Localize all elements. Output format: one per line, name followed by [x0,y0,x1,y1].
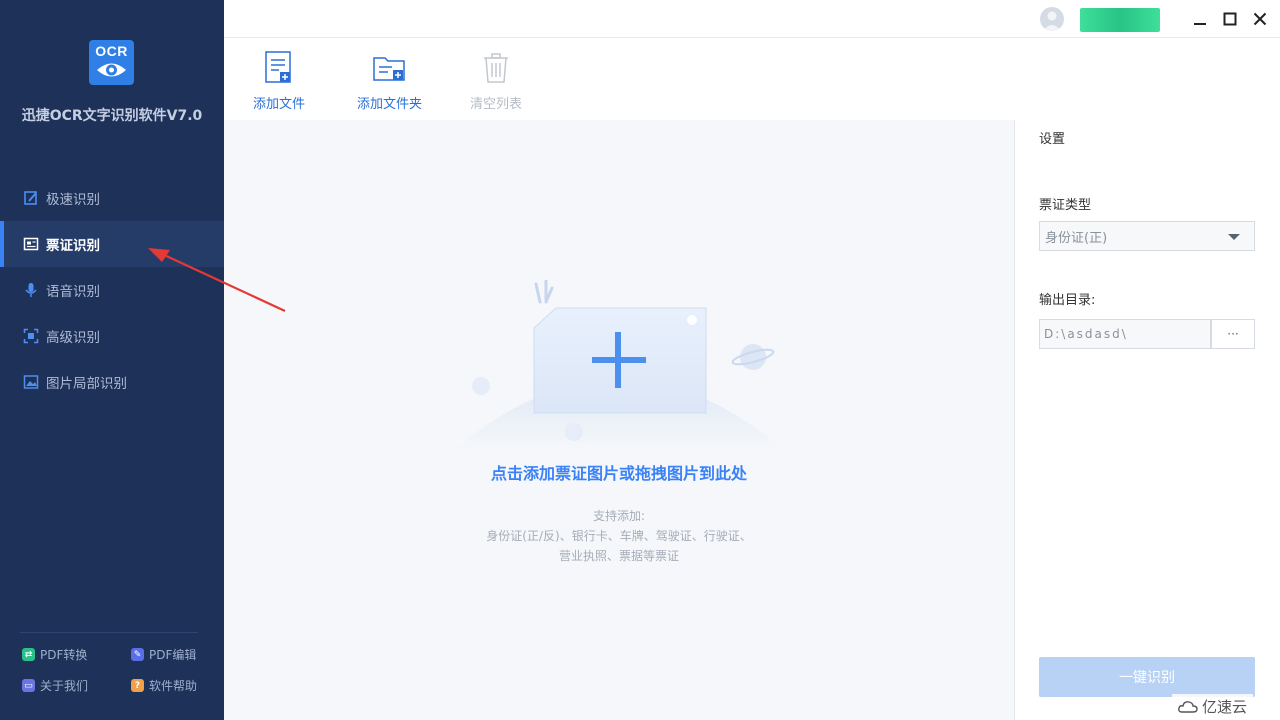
link-label: PDF转换 [40,648,88,662]
pdf-edit-link[interactable]: ✎ PDF编辑 [131,646,196,663]
scan-frame-icon [22,327,40,345]
maximize-button[interactable] [1219,8,1241,30]
output-dir-input[interactable]: D:\asdasd\ [1039,319,1211,349]
nav-image-partial-recognition[interactable]: 图片局部识别 [0,359,224,405]
trash-icon [482,48,510,88]
nav-card-recognition[interactable]: 票证识别 [0,221,224,267]
card-type-value: 身份证(正) [1045,230,1108,246]
settings-panel: 设置 票证类型 身份证(正) 输出目录: D:\asdasd\ ··· 一键识别 [1014,120,1280,720]
nav-label: 高级识别 [46,330,100,346]
nav-label: 极速识别 [46,192,100,208]
pdf-edit-icon: ✎ [131,648,144,661]
close-button[interactable] [1249,8,1271,30]
nav-label: 语音识别 [46,284,100,300]
browse-dir-button[interactable]: ··· [1211,319,1255,349]
clear-list-button[interactable]: 清空列表 [470,48,522,112]
card-type-select[interactable]: 身份证(正) [1039,221,1255,251]
sidebar-divider [20,632,198,633]
nav-advanced-recognition[interactable]: 高级识别 [0,313,224,359]
microphone-icon [22,281,40,299]
user-icon [1043,11,1061,31]
add-file-icon [264,48,294,88]
add-folder-label: 添加文件夹 [357,97,423,112]
minimize-button[interactable] [1189,8,1211,30]
add-image-illustration [454,280,784,450]
card-recognition-icon [22,235,40,253]
link-label: PDF编辑 [149,648,197,662]
app-logo: OCR [89,40,134,85]
drop-zone-support: 支持添加: 身份证(正/反)、银行卡、车牌、驾驶证、行驶证、 营业执照、票据等票… [224,506,1014,566]
nav-label: 票证识别 [46,238,100,254]
image-crop-icon [22,373,40,391]
output-dir-label: 输出目录: [1039,293,1096,308]
nav-voice-recognition[interactable]: 语音识别 [0,267,224,313]
about-icon: ▭ [22,679,35,692]
support-heading: 支持添加: [592,509,646,523]
eye-icon [97,63,126,77]
app-name: 迅捷OCR文字识别软件V7.0 [21,108,203,124]
dropdown-arrow-icon [1228,234,1240,240]
add-folder-icon [372,48,408,88]
cloud-logo-icon [1178,700,1198,713]
about-link[interactable]: ▭ 关于我们 [22,677,88,694]
support-line: 营业执照、票据等票证 [558,549,679,563]
logo-text: OCR [95,43,128,59]
title-bar [224,0,1280,38]
maximize-icon [1223,12,1237,26]
pdf-convert-link[interactable]: ⇄ PDF转换 [22,646,87,663]
add-file-button[interactable]: 添加文件 [253,48,305,112]
add-folder-button[interactable]: 添加文件夹 [357,48,422,112]
quick-recognition-icon [22,189,40,207]
add-file-label: 添加文件 [253,97,306,112]
settings-title: 设置 [1039,132,1066,147]
nav-quick-recognition[interactable]: 极速识别 [0,175,224,221]
support-line: 身份证(正/反)、银行卡、车牌、驾驶证、行驶证、 [486,529,752,543]
recognize-button[interactable]: 一键识别 [1039,657,1255,697]
minimize-icon [1194,23,1206,25]
watermark: 亿速云 [1172,694,1254,719]
link-label: 关于我们 [40,679,89,693]
username-redacted[interactable] [1080,8,1160,32]
help-link[interactable]: ? 软件帮助 [131,677,197,694]
drop-zone[interactable]: 点击添加票证图片或拖拽图片到此处 支持添加: 身份证(正/反)、银行卡、车牌、驾… [224,120,1014,720]
drop-zone-title[interactable]: 点击添加票证图片或拖拽图片到此处 [224,460,1014,484]
close-icon [1253,12,1267,26]
pdf-convert-icon: ⇄ [22,648,35,661]
sidebar: OCR 迅捷OCR文字识别软件V7.0 极速识别 票证识别 语音识别 高级识别 [0,0,224,720]
clear-list-label: 清空列表 [470,97,523,112]
card-type-label: 票证类型 [1039,198,1092,213]
link-label: 软件帮助 [149,679,198,693]
user-avatar[interactable] [1040,7,1064,31]
nav-label: 图片局部识别 [46,376,127,392]
output-dir-value: D:\asdasd\ [1044,327,1128,341]
watermark-text: 亿速云 [1202,698,1248,716]
toolbar: 添加文件 添加文件夹 清空列表 [224,38,1280,120]
help-icon: ? [131,679,144,692]
